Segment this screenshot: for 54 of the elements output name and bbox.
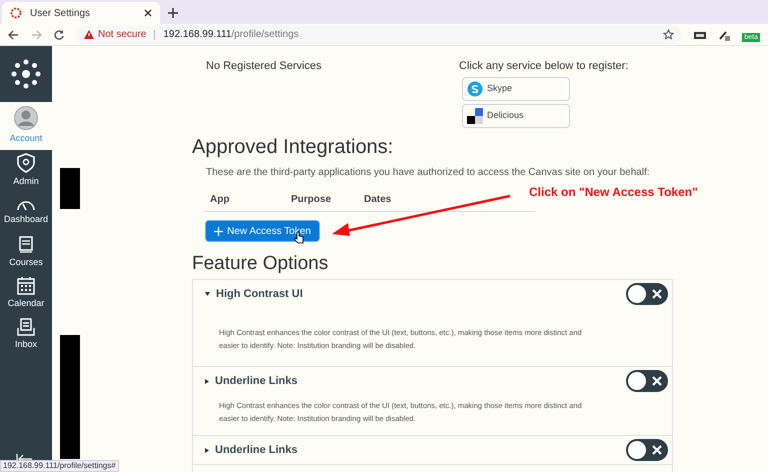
toggle-switch[interactable] [626, 439, 668, 461]
back-icon[interactable] [8, 30, 19, 40]
nav-item[interactable]: Account [0, 102, 52, 150]
feature-title: Underline Links [215, 374, 299, 389]
nav-item[interactable]: Dashboard [0, 191, 52, 232]
close-icon [652, 376, 662, 386]
extension-icon[interactable] [694, 30, 706, 40]
service-button[interactable]: Skype [462, 76, 570, 100]
toggle-switch[interactable] [626, 283, 668, 305]
close-icon[interactable] [144, 9, 152, 17]
registered-services-text: No Registered Services [206, 59, 323, 74]
toggle-switch[interactable] [626, 370, 668, 392]
nav-item[interactable]: Admin [0, 150, 52, 191]
close-icon [652, 445, 662, 455]
address-bar[interactable]: Not secure 192.168.99.111/profile/settings [76, 26, 682, 44]
nav-item[interactable]: Calendar [0, 273, 52, 314]
browser-tab[interactable]: User Settings [2, 2, 160, 24]
nav-item[interactable]: Inbox [0, 314, 52, 355]
security-label: Not secure [98, 28, 146, 42]
column-header: App [209, 193, 230, 207]
url-text: 192.168.99.111/profile/settings [163, 28, 299, 42]
inbox-icon [17, 318, 35, 336]
shield-icon [17, 152, 35, 173]
annotation-text: Click on "New Access Token" [529, 184, 698, 201]
caret-down-icon[interactable] [205, 292, 210, 296]
calendar-icon [17, 276, 35, 295]
section-heading: Approved Integrations: [192, 135, 394, 160]
warning-icon [84, 30, 94, 39]
tab-favicon-icon [10, 7, 22, 19]
logo-icon [11, 59, 41, 89]
book-icon [19, 236, 33, 254]
status-bar: 192.168.99.111/profile/settings# [0, 460, 119, 472]
delicious-icon [467, 108, 483, 124]
new-tab-icon[interactable] [168, 8, 178, 18]
feature-title: High Contrast UI [216, 286, 304, 302]
caret-right-icon[interactable] [205, 448, 209, 452]
reload-icon[interactable] [54, 30, 64, 40]
column-header: Dates [363, 193, 392, 207]
register-prompt: Click any service below to register: [459, 59, 628, 74]
nav-item[interactable]: Courses [0, 232, 52, 273]
tab-title: User Settings [30, 6, 92, 20]
column-header: Purpose [290, 193, 332, 207]
avatar-icon [14, 106, 38, 130]
redaction-bar [60, 168, 80, 209]
skype-icon [467, 80, 483, 96]
close-icon [652, 289, 662, 299]
new-access-token-button[interactable]: New Access Token [205, 220, 320, 242]
caret-right-icon[interactable] [205, 378, 209, 384]
section-description: These are the third-party applications you have authorized to access the Canvas site on your behalf: [206, 166, 650, 180]
feature-title: Underline Links [215, 442, 299, 458]
plus-icon [214, 226, 224, 236]
service-button[interactable]: Delicious [462, 104, 570, 128]
star-icon[interactable] [663, 29, 674, 40]
section-heading: Feature Options [192, 252, 328, 276]
